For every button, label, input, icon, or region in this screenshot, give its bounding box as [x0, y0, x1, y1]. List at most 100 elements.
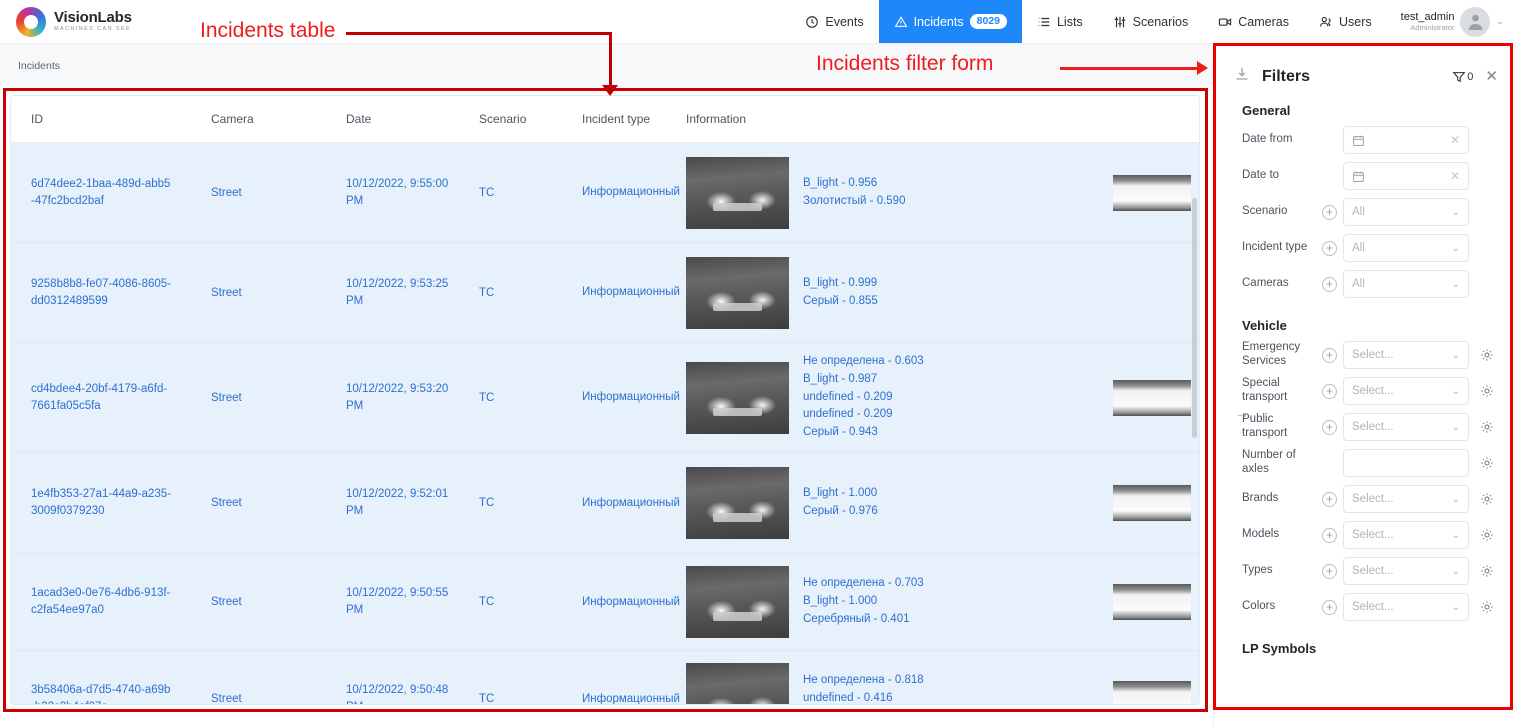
gear-icon[interactable]	[1480, 420, 1494, 434]
gear-icon[interactable]	[1480, 528, 1494, 542]
column-header-date[interactable]: Date	[346, 96, 479, 143]
information-line: undefined - 0.209	[803, 390, 893, 403]
brand-logo-block[interactable]: VisionLabs MACHINES CAN SEE	[0, 0, 180, 43]
license-plate-thumbnail[interactable]	[1113, 174, 1191, 211]
add-filter-icon[interactable]: +	[1322, 599, 1337, 615]
license-plate-thumbnail[interactable]	[1113, 584, 1191, 621]
nav-item-events[interactable]: Events	[790, 0, 878, 43]
cell-camera[interactable]: Street	[211, 452, 346, 555]
column-header-incident-type[interactable]: Incident type	[582, 96, 686, 143]
select-input[interactable]: Select... ⌄	[1343, 521, 1469, 549]
cell-scenario[interactable]: TC	[479, 342, 582, 454]
cell-id[interactable]: 3b58406a-d7d5-4740-a69b-b32c2b4af07a	[11, 650, 211, 704]
cell-id[interactable]: 6d74dee2-1baa-489d-abb5-47fc2bcd2baf	[11, 142, 211, 243]
close-icon[interactable]: ✕	[1485, 69, 1498, 84]
add-filter-icon[interactable]: +	[1322, 527, 1337, 543]
gear-icon[interactable]	[1480, 600, 1494, 614]
column-header-information[interactable]: Information	[686, 96, 1199, 143]
cell-id[interactable]: 1e4fb353-27a1-44a9-a235-3009f0379230	[11, 452, 211, 555]
column-header-camera[interactable]: Camera	[211, 96, 346, 143]
download-icon[interactable]	[1234, 66, 1250, 87]
vehicle-thumbnail[interactable]	[686, 467, 789, 540]
select-input[interactable]: Select... ⌄	[1343, 557, 1469, 585]
add-filter-icon[interactable]: +	[1322, 563, 1337, 579]
vehicle-thumbnail[interactable]	[686, 663, 789, 704]
nav-item-cameras[interactable]: Cameras	[1203, 0, 1304, 43]
vehicle-thumbnail[interactable]	[686, 361, 789, 434]
add-filter-icon[interactable]: +	[1322, 240, 1337, 256]
gear-icon[interactable]	[1480, 492, 1494, 506]
cell-id[interactable]: 1acad3e0-0e76-4db6-913f-c2fa54ee97a0	[11, 553, 211, 652]
select-input[interactable]: All ⌄	[1343, 198, 1469, 226]
license-plate-thumbnail[interactable]	[1113, 485, 1191, 522]
select-input[interactable]: All ⌄	[1343, 234, 1469, 262]
text-input[interactable]	[1343, 449, 1469, 477]
annotation-label-incidents-table: Incidents table	[200, 19, 336, 42]
add-filter-icon[interactable]: +	[1322, 347, 1337, 363]
nav-item-users[interactable]: Users	[1304, 0, 1387, 43]
table-row[interactable]: 6d74dee2-1baa-489d-abb5-47fc2bcd2baf Stre…	[11, 142, 1199, 243]
add-filter-icon[interactable]: +	[1322, 491, 1337, 507]
cell-camera[interactable]: Street	[211, 650, 346, 704]
column-header-id[interactable]: ID	[11, 96, 211, 143]
filter-label: Number of axles	[1242, 449, 1296, 475]
user-menu[interactable]: test_admin Administrator ⌄	[1387, 0, 1516, 43]
cell-scenario[interactable]: TC	[479, 242, 582, 343]
nav-label-events: Events	[825, 14, 864, 29]
nav-item-incidents[interactable]: Incidents 8029	[878, 0, 1022, 43]
table-row[interactable]: 1e4fb353-27a1-44a9-a235-3009f0379230 Stre…	[11, 452, 1199, 555]
information-line: undefined - 0.416	[803, 692, 893, 705]
table-row[interactable]: 1acad3e0-0e76-4db6-913f-c2fa54ee97a0 Stre…	[11, 553, 1199, 652]
table-row[interactable]: 3b58406a-d7d5-4740-a69b-b32c2b4af07aStre…	[11, 650, 1199, 705]
license-plate-thumbnail[interactable]	[1113, 379, 1191, 416]
select-input[interactable]: Select... ⌄	[1343, 593, 1469, 621]
gear-icon[interactable]	[1480, 564, 1494, 578]
cell-scenario[interactable]: TC	[479, 452, 582, 555]
add-filter-icon[interactable]: +	[1322, 204, 1337, 220]
gear-icon[interactable]	[1480, 348, 1494, 362]
date-input[interactable]: ✕	[1343, 162, 1469, 190]
license-plate-thumbnail[interactable]	[1113, 681, 1191, 704]
cell-id[interactable]: cd4bdee4-20bf-4179-a6fd-7661fa05c5fa	[11, 342, 211, 454]
chevron-down-icon: ⌄	[1451, 565, 1460, 577]
select-input[interactable]: Select... ⌄	[1343, 485, 1469, 513]
cell-camera[interactable]: Street	[211, 142, 346, 243]
add-filter-icon[interactable]: +	[1322, 276, 1337, 292]
cell-date: 10/12/2022, 9:50:48 PM	[346, 650, 479, 704]
table-row[interactable]: cd4bdee4-20bf-4179-a6fd-7661fa05c5fa Stre…	[11, 342, 1199, 454]
cell-camera[interactable]: Street	[211, 553, 346, 652]
select-input[interactable]: Select... ⌄	[1343, 377, 1469, 405]
filter-row: Models + Select... ⌄	[1214, 517, 1516, 553]
chevron-down-icon[interactable]: ⌄	[1496, 16, 1504, 27]
add-filter-icon[interactable]: +	[1322, 419, 1337, 435]
cell-scenario[interactable]: TC	[479, 650, 582, 704]
cell-scenario[interactable]: TC	[479, 142, 582, 243]
clear-icon[interactable]: ✕	[1450, 169, 1460, 183]
nav-item-lists[interactable]: Lists	[1022, 0, 1098, 43]
information-line: Не определена - 0.703	[803, 577, 924, 590]
select-input[interactable]: All ⌄	[1343, 270, 1469, 298]
vehicle-thumbnail[interactable]	[686, 566, 789, 639]
select-input[interactable]: Select... ⌄	[1343, 413, 1469, 441]
date-input[interactable]: ✕	[1343, 126, 1469, 154]
information-lines: Не определена - 0.603 B_light - 0.987 unde…	[789, 353, 1105, 442]
nav-item-scenarios[interactable]: Scenarios	[1098, 0, 1204, 43]
add-filter-icon[interactable]: +	[1322, 383, 1337, 399]
cell-camera[interactable]: Street	[211, 342, 346, 454]
clear-icon[interactable]: ✕	[1450, 133, 1460, 147]
gear-icon[interactable]	[1480, 456, 1494, 470]
cell-camera[interactable]: Street	[211, 242, 346, 343]
funnel-icon[interactable]: 0	[1452, 70, 1473, 84]
vehicle-thumbnail[interactable]	[686, 256, 789, 329]
nav-label-users: Users	[1338, 14, 1372, 29]
cell-id[interactable]: 9258b8b8-fe07-4086-8605-dd0312489599	[11, 242, 211, 343]
vehicle-thumbnail[interactable]	[686, 156, 789, 229]
select-input[interactable]: Select... ⌄	[1343, 341, 1469, 369]
main-nav: Events Incidents 8029 Lists Scenarios Ca…	[790, 0, 1516, 43]
collapse-panel-arrow-icon[interactable]: →	[1235, 405, 1249, 421]
gear-icon[interactable]	[1480, 384, 1494, 398]
table-row[interactable]: 9258b8b8-fe07-4086-8605-dd0312489599 Stre…	[11, 242, 1199, 343]
column-header-scenario[interactable]: Scenario	[479, 96, 582, 143]
table-scrollbar[interactable]	[1192, 198, 1197, 438]
cell-scenario[interactable]: TC	[479, 553, 582, 652]
